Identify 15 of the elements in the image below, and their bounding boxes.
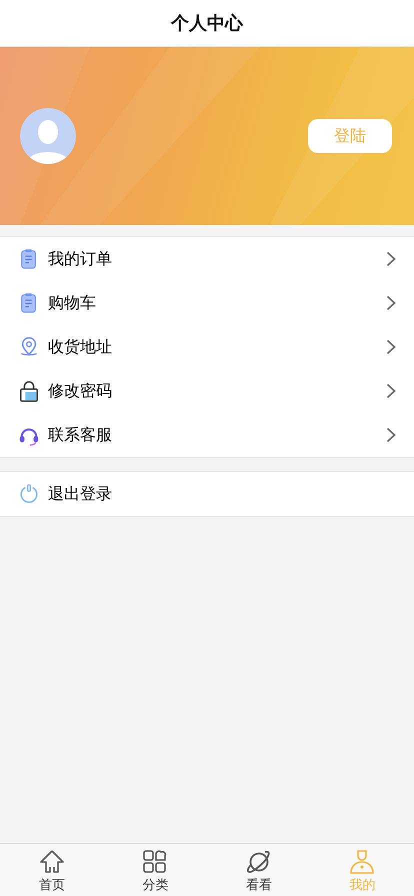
power-icon	[18, 482, 40, 506]
page-title: 个人中心	[171, 12, 243, 36]
logout-item[interactable]: 退出登录	[0, 472, 414, 516]
chevron-right-icon	[386, 295, 396, 311]
person-icon	[348, 848, 376, 876]
chevron-right-icon	[386, 339, 396, 355]
home-icon	[38, 848, 66, 876]
chevron-right-icon	[386, 251, 396, 267]
chevron-right-icon	[386, 427, 396, 443]
chevron-right-icon	[386, 383, 396, 399]
tab-bar-item[interactable]: 首页	[0, 844, 104, 896]
avatar-icon	[20, 108, 76, 164]
lock-icon	[18, 379, 40, 403]
tab-bar-item[interactable]: 分类	[104, 844, 207, 896]
tab-bar-item[interactable]: 看看	[207, 844, 310, 896]
